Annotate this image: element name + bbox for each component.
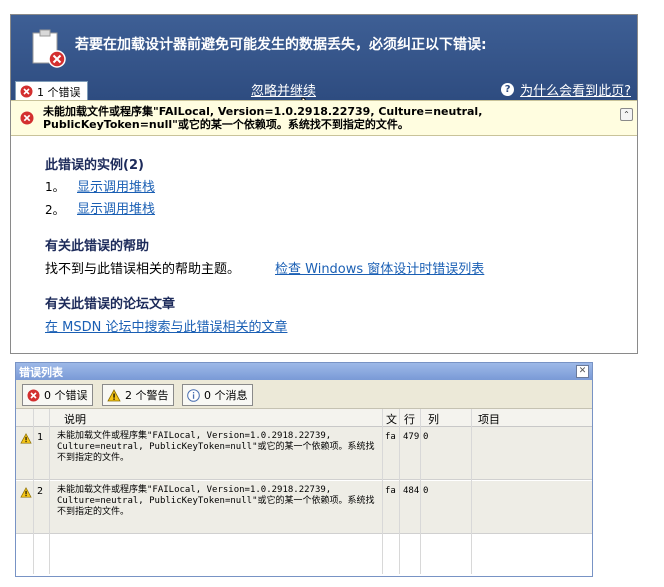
- instances-heading: 此错误的实例(2): [45, 158, 144, 173]
- errors-filter-label: 0 个错误: [44, 389, 88, 402]
- error-count-tab[interactable]: 1 个错误: [15, 81, 88, 101]
- info-icon: [187, 388, 200, 402]
- show-call-stack-link-2[interactable]: 显示调用堆栈: [77, 198, 155, 217]
- error-icon: [20, 111, 34, 125]
- column-divider: [33, 409, 34, 574]
- messages-filter-button[interactable]: 0 个消息: [182, 384, 253, 406]
- column-divider: [382, 409, 383, 574]
- why-help[interactable]: ? 为什么会看到此页?: [501, 80, 631, 99]
- row-column: 0: [423, 486, 429, 496]
- row-divider: [16, 479, 592, 480]
- warning-icon: [20, 487, 32, 498]
- column-header-column[interactable]: 列: [428, 411, 439, 428]
- designer-error-panel: 若要在加载设计器前避免可能发生的数据丢失，必须纠正以下错误: 1 个错误 忽略并…: [10, 14, 638, 354]
- column-header-project[interactable]: 项目: [478, 411, 500, 428]
- instance-number: 1。: [45, 180, 65, 194]
- warnings-filter-button[interactable]: 2 个警告: [102, 384, 174, 406]
- close-icon[interactable]: ✕: [576, 365, 589, 378]
- collapse-icon[interactable]: ⌃: [620, 108, 633, 121]
- why-see-page-link[interactable]: 为什么会看到此页?: [520, 80, 631, 99]
- column-divider: [471, 409, 472, 574]
- errors-filter-button[interactable]: 0 个错误: [22, 384, 93, 406]
- check-design-time-errors-link[interactable]: 检查 Windows 窗体设计时错误列表: [275, 258, 484, 277]
- forum-heading: 有关此错误的论坛文章: [45, 297, 176, 312]
- row-line: 479: [403, 432, 420, 442]
- error-icon: [20, 85, 33, 98]
- document-error-icon: [32, 29, 66, 68]
- row-number: 1: [37, 432, 44, 443]
- error-icon: [27, 389, 40, 401]
- row-column: 0: [423, 432, 429, 442]
- error-list-toolbar: 0 个错误 2 个警告 0 个消息: [16, 380, 592, 409]
- row-file: fa: [385, 486, 396, 496]
- help-heading: 有关此错误的帮助: [45, 239, 150, 254]
- row-description: 未能加载文件或程序集"FAILocal, Version=1.0.2918.22…: [57, 485, 375, 517]
- warning-icon: [20, 433, 32, 444]
- error-message: 未能加载文件或程序集"FAILocal, Version=1.0.2918.22…: [43, 105, 483, 131]
- instance-number: 2。: [45, 203, 65, 217]
- column-header-line[interactable]: 行: [404, 411, 415, 428]
- row-divider: [16, 533, 592, 534]
- row-description: 未能加载文件或程序集"FAILocal, Version=1.0.2918.22…: [57, 431, 375, 463]
- column-divider: [420, 409, 421, 574]
- error-list-window: 错误列表 ✕ 0 个错误 2 个警告 0 个消息 说明 文 行 列 项目 1 未…: [15, 362, 593, 577]
- grid-header: [16, 409, 592, 427]
- error-count-label: 1 个错误: [37, 85, 81, 99]
- column-divider: [399, 409, 400, 574]
- banner-title: 若要在加载设计器前避免可能发生的数据丢失，必须纠正以下错误:: [75, 37, 487, 53]
- error-list-title: 错误列表: [19, 366, 63, 379]
- row-number: 2: [37, 486, 44, 497]
- column-divider: [49, 409, 50, 574]
- row-file: fa: [385, 432, 396, 442]
- error-banner: 若要在加载设计器前避免可能发生的数据丢失，必须纠正以下错误: 1 个错误 忽略并…: [11, 15, 637, 101]
- row-line: 484: [403, 486, 420, 496]
- warnings-filter-label: 2 个警告: [125, 389, 169, 402]
- error-list-titlebar: 错误列表 ✕: [16, 363, 592, 380]
- column-header-file[interactable]: 文: [386, 411, 397, 428]
- help-text: 找不到与此错误相关的帮助主题。: [45, 262, 241, 277]
- warning-icon: [107, 388, 121, 401]
- help-icon: ?: [501, 83, 515, 96]
- error-message-bar: 未能加载文件或程序集"FAILocal, Version=1.0.2918.22…: [11, 100, 637, 136]
- messages-filter-label: 0 个消息: [204, 389, 248, 402]
- show-call-stack-link-1[interactable]: 显示调用堆栈: [77, 176, 155, 195]
- column-header-description[interactable]: 说明: [64, 411, 86, 428]
- msdn-forum-search-link[interactable]: 在 MSDN 论坛中搜索与此错误相关的文章: [45, 316, 287, 335]
